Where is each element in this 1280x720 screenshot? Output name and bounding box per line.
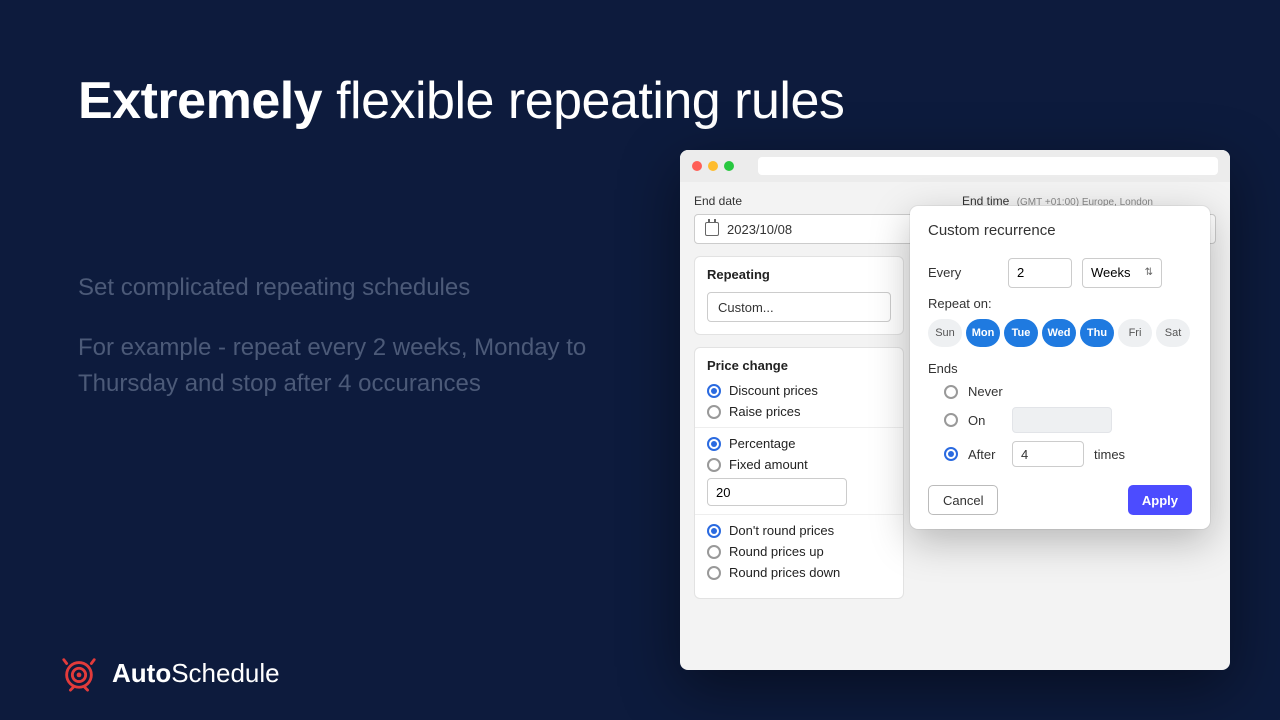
ends-after-count-input[interactable]: 4: [1012, 441, 1084, 467]
weekday-picker: SunMonTueWedThuFriSat: [928, 319, 1192, 347]
repeating-label: Repeating: [707, 267, 891, 282]
cancel-button[interactable]: Cancel: [928, 485, 998, 515]
ends-never-option[interactable]: Never: [944, 384, 1192, 399]
radio-icon: [944, 413, 958, 427]
radio-icon: [707, 384, 721, 398]
radio-discount-prices[interactable]: Discount prices: [707, 383, 891, 398]
day-toggle-tue[interactable]: Tue: [1004, 319, 1038, 347]
window-zoom-icon[interactable]: [724, 161, 734, 171]
day-toggle-wed[interactable]: Wed: [1042, 319, 1076, 347]
brand-lockup: AutoSchedule: [60, 654, 280, 692]
day-toggle-sun[interactable]: Sun: [928, 319, 962, 347]
app-window: End date 2023/10/08 End time (GMT +01:00…: [680, 150, 1230, 670]
price-change-label: Price change: [707, 358, 891, 373]
every-label: Every: [928, 265, 998, 280]
radio-icon: [707, 524, 721, 538]
radio-icon: [707, 545, 721, 559]
ends-on-date-input[interactable]: [1012, 407, 1112, 433]
headline-rest: flexible repeating rules: [336, 72, 844, 130]
radio-fixed-amount[interactable]: Fixed amount: [707, 457, 891, 472]
every-count-input[interactable]: 2: [1008, 258, 1072, 288]
every-unit-select[interactable]: Weeks ⇅: [1082, 258, 1162, 288]
target-clock-icon: [60, 654, 98, 692]
repeating-select[interactable]: Custom...: [707, 292, 891, 322]
brand-name: AutoSchedule: [112, 658, 280, 689]
divider: [695, 427, 903, 428]
popover-title: Custom recurrence: [928, 222, 1192, 239]
ends-label: Ends: [928, 361, 1192, 376]
day-toggle-fri[interactable]: Fri: [1118, 319, 1152, 347]
ends-after-suffix: times: [1094, 447, 1125, 462]
window-minimize-icon[interactable]: [708, 161, 718, 171]
radio-icon: [707, 458, 721, 472]
divider: [695, 514, 903, 515]
headline-strong: Extremely: [78, 72, 322, 130]
hero-subcopy: Set complicated repeating schedules For …: [78, 270, 598, 426]
radio-icon: [944, 385, 958, 399]
window-titlebar: [680, 150, 1230, 182]
subcopy-line-2: For example - repeat every 2 weeks, Mond…: [78, 330, 598, 402]
radio-round-down[interactable]: Round prices down: [707, 565, 891, 580]
radio-round-up[interactable]: Round prices up: [707, 544, 891, 559]
day-toggle-mon[interactable]: Mon: [966, 319, 1000, 347]
radio-icon: [707, 405, 721, 419]
amount-input[interactable]: 20: [707, 478, 847, 506]
subcopy-line-1: Set complicated repeating schedules: [78, 270, 598, 306]
radio-percentage[interactable]: Percentage: [707, 436, 891, 451]
radio-icon: [707, 437, 721, 451]
repeat-on-label: Repeat on:: [928, 296, 1192, 311]
ends-on-option[interactable]: On: [944, 407, 1192, 433]
custom-recurrence-popover: Custom recurrence Every 2 Weeks ⇅ Repeat…: [910, 206, 1210, 529]
end-date-value: 2023/10/08: [727, 222, 792, 237]
window-close-icon[interactable]: [692, 161, 702, 171]
address-bar[interactable]: [758, 157, 1218, 175]
end-date-label: End date: [694, 194, 948, 208]
radio-icon: [944, 447, 958, 461]
chevron-updown-icon: ⇅: [1145, 267, 1153, 278]
hero-headline: Extremely flexible repeating rules: [78, 72, 844, 132]
radio-raise-prices[interactable]: Raise prices: [707, 404, 891, 419]
radio-icon: [707, 566, 721, 580]
ends-after-option[interactable]: After 4 times: [944, 441, 1192, 467]
calendar-icon: [705, 222, 719, 236]
radio-dont-round[interactable]: Don't round prices: [707, 523, 891, 538]
day-toggle-sat[interactable]: Sat: [1156, 319, 1190, 347]
apply-button[interactable]: Apply: [1128, 485, 1192, 515]
day-toggle-thu[interactable]: Thu: [1080, 319, 1114, 347]
